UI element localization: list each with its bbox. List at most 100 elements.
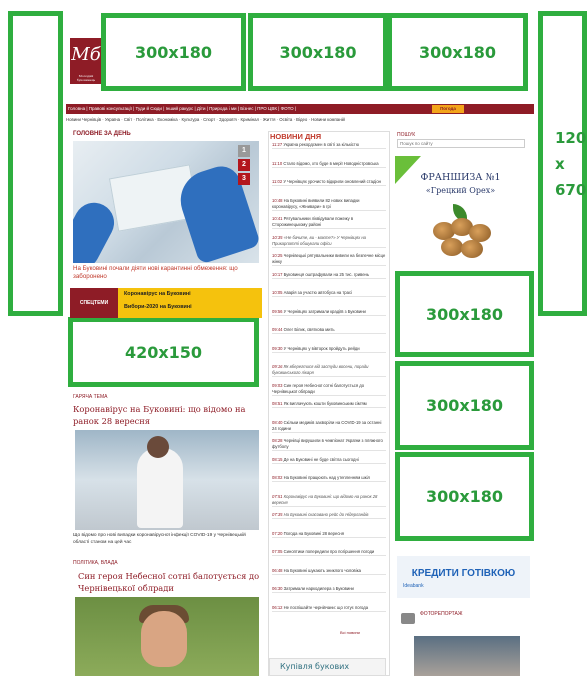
- news-item[interactable]: 10:25 Чернівецькі рятувальники вивели на…: [272, 253, 386, 266]
- site-logo[interactable]: Мб Молодий буковинець: [70, 38, 102, 84]
- search-input[interactable]: [397, 139, 525, 148]
- right-ad-3[interactable]: 300x180: [395, 452, 534, 541]
- news-time: 11:10: [272, 160, 283, 166]
- special-topics-list: Коронавірус на Буковині Вибори-2020 на Б…: [118, 288, 262, 318]
- news-time: 09:30: [272, 345, 283, 351]
- category-navigation[interactable]: Новини Чернівців · Україна · Світ · Полі…: [66, 116, 534, 124]
- ad-size-label: 120 x 670: [543, 125, 586, 203]
- right-ad-1[interactable]: 300x180: [395, 271, 534, 357]
- news-time: 11:02: [272, 179, 283, 184]
- news-item[interactable]: 09:16 Як вберегтися від застуди восени, …: [272, 364, 386, 377]
- news-item[interactable]: 10:35 «Не бачите, ви - маєте?» У Чернівц…: [272, 235, 386, 248]
- news-feed-title: НОВИНИ ДНЯ: [270, 132, 322, 141]
- news-time: 09:56: [272, 308, 283, 314]
- special-topic-link[interactable]: Коронавірус на Буковині: [118, 288, 262, 301]
- news-item[interactable]: 10:41 Рятувальники ліквідували пожежу в …: [272, 216, 386, 229]
- news-time: 10:25: [272, 253, 283, 258]
- news-time: 10:48: [272, 197, 283, 203]
- news-item[interactable]: 09:03 Син героя Небесної сотні балотуєть…: [272, 383, 386, 396]
- news-text: У Чернівцях затримали крадіїв з Буковини: [283, 308, 366, 314]
- portrait-face: [141, 611, 187, 667]
- top-ad-1[interactable]: 300x180: [101, 13, 246, 91]
- news-text: «Не бачите, ви - маєте?» У Чернівцях на …: [272, 234, 366, 246]
- news-item[interactable]: 10:17 Буковинця оштрафували на 25 тис. г…: [272, 272, 386, 279]
- news-item[interactable]: 08:15 Де на Буковині не буде світла сьог…: [272, 457, 386, 464]
- news-item[interactable]: 06:30 Затримали наркодилера з Буковини: [272, 586, 386, 593]
- logo-subtext: Молодий буковинець: [76, 74, 96, 82]
- news-item[interactable]: 07:05 Синоптики попередили про погіршенн…: [272, 549, 386, 556]
- ad-size-x: x: [555, 154, 565, 173]
- news-item[interactable]: 07:35 На Буковині скасовано рейс до Ніде…: [272, 512, 386, 519]
- politics-headline[interactable]: Син героя Небесної сотні балотується до …: [78, 570, 263, 594]
- news-time: 06:12: [272, 604, 283, 610]
- news-text: Як виплачують кошти буковинським сім'ям: [283, 401, 367, 406]
- news-time: 08:40: [272, 419, 283, 425]
- special-topic-link[interactable]: Вибори-2020 на Буковині: [118, 301, 262, 314]
- news-item[interactable]: 08:51 Як виплачують кошти буковинським с…: [272, 401, 386, 408]
- news-item[interactable]: 09:56 У Чернівцях затримали крадіїв з Бу…: [272, 309, 386, 316]
- ad-size-label: 420x150: [124, 342, 203, 362]
- photo-report-image[interactable]: [414, 636, 520, 676]
- news-text: Погода на Буковині 28 вересня: [283, 530, 344, 536]
- search-box: ПОШУК: [397, 132, 527, 152]
- news-item[interactable]: 06:12 Не поспішайте чернівчани: що готує…: [272, 605, 386, 612]
- main-news-image[interactable]: [73, 141, 259, 263]
- news-item[interactable]: 10:05 Аварія за участю автобуса на трасі: [272, 290, 386, 297]
- hot-topic-image[interactable]: [75, 430, 259, 530]
- news-text: Син героя Небесної сотні балотується до …: [272, 382, 365, 394]
- ad-size-label: 300x180: [425, 396, 504, 415]
- walnut-icon: [441, 238, 463, 256]
- news-item[interactable]: 08:40 Скільки медиків захворіли на COVID…: [272, 420, 386, 433]
- camera-icon: [401, 613, 415, 624]
- news-text: Буковинця оштрафували на 25 тис. гривень: [283, 271, 370, 277]
- news-item[interactable]: 08:28 Чернівці вирушили в чемпіонат Укра…: [272, 438, 386, 451]
- news-item[interactable]: 07:20 Погода на Буковині 28 вересня: [272, 531, 386, 538]
- pager-2[interactable]: 2: [238, 159, 250, 171]
- pager-1[interactable]: 1: [238, 145, 250, 157]
- franchise-line-1: ФРАНШИЗА №1: [420, 172, 501, 183]
- top-ad-3[interactable]: 300x180: [387, 13, 528, 91]
- news-item[interactable]: 10:48 На Буковині виявили 82 нових випад…: [272, 198, 386, 211]
- news-time: 09:03: [272, 382, 283, 388]
- bottom-news-ad[interactable]: Купівля букових: [269, 658, 386, 676]
- main-news-caption[interactable]: На Буковині почали діяти нові карантинні…: [73, 265, 259, 281]
- nav-items[interactable]: Головна | Правові консультації | Туди й …: [68, 106, 296, 111]
- credit-ad-title: КРЕДИТИ ГОТІВКОЮ: [411, 568, 516, 579]
- franchise-ad[interactable]: ФРАНШИЗА №1 «Грецкий Орех»: [395, 156, 526, 268]
- ad-size-width: 120: [555, 128, 587, 147]
- news-item[interactable]: 07:51 Коронавірус на Буковині: що відомо…: [272, 494, 386, 507]
- news-text: Де на Буковині не буде світла сьогодні: [283, 456, 359, 462]
- pager-3[interactable]: 3: [238, 173, 250, 185]
- news-item[interactable]: 09:30 У Чернівцях у вівторок пройдуть ре…: [272, 346, 386, 353]
- top-ad-2[interactable]: 300x180: [248, 13, 388, 91]
- news-item[interactable]: 11:10 Стало відомо, хто буде в мерії Нов…: [272, 161, 386, 168]
- news-text: На Буковині виявили 82 нових випадки кор…: [272, 197, 360, 209]
- hot-topic-headline[interactable]: Коронавірус на Буковині: що відомо на ра…: [73, 403, 263, 427]
- news-item[interactable]: 08:02 На Буковині працюють над утеплення…: [272, 475, 386, 482]
- news-item[interactable]: 11:27 Україна рекордсмен в світі за кіль…: [272, 142, 386, 149]
- left-skyscraper-ad[interactable]: [8, 11, 63, 316]
- news-time: 08:02: [272, 475, 283, 480]
- news-text: У Чернівцях урочисто відкрили оновлений …: [283, 179, 381, 184]
- top-navigation[interactable]: Головна | Правові консультації | Туди й …: [66, 104, 534, 114]
- news-text: Рятувальники ліквідували пожежу в Сторож…: [272, 216, 354, 227]
- news-item[interactable]: 11:02 У Чернівцях урочисто відкрили онов…: [272, 179, 386, 186]
- banner-ad-420x150[interactable]: 420x150: [68, 317, 259, 387]
- news-time: 08:15: [272, 456, 283, 462]
- credit-ad-bank: Ideabank: [403, 583, 424, 589]
- weather-badge[interactable]: Погода: [432, 105, 464, 113]
- news-item[interactable]: 06:48 На Буковині шукають зниклого чолов…: [272, 568, 386, 575]
- slider-pager: 1 2 3: [238, 145, 250, 187]
- right-skyscraper-ad[interactable]: 120 x 670: [538, 11, 587, 316]
- special-topics-tag: СПЕЦТЕМИ: [70, 288, 118, 318]
- news-text: Затримали наркодилера з Буковини: [283, 586, 354, 591]
- right-ad-2[interactable]: 300x180: [395, 361, 534, 450]
- credit-ad[interactable]: КРЕДИТИ ГОТІВКОЮ Ideabank: [397, 556, 530, 598]
- photo-report-heading: ФОТОРЕПОРТАЖ: [420, 611, 463, 617]
- politics-image[interactable]: [75, 597, 259, 676]
- news-item[interactable]: 09:44 Олег Білик, святкова мить: [272, 327, 386, 334]
- ad-size-height: 670: [555, 180, 587, 199]
- news-all-link[interactable]: Всі новини: [340, 630, 360, 635]
- news-time: 10:05: [272, 290, 283, 295]
- news-time: 09:16: [272, 364, 283, 369]
